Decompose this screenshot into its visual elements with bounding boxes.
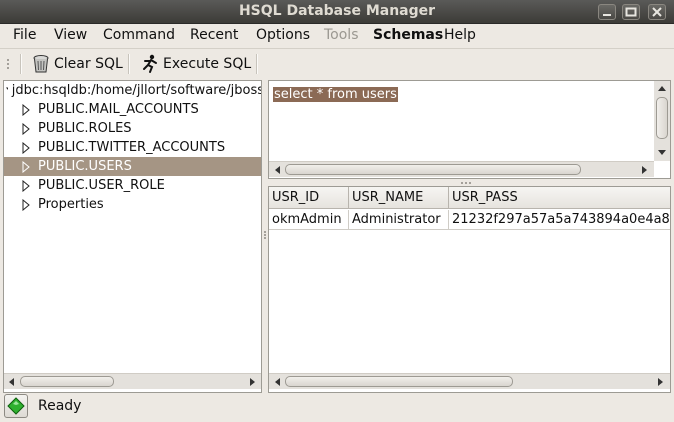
- editor-vertical-scrollbar[interactable]: [654, 81, 670, 161]
- menu-tools[interactable]: Tools: [324, 27, 359, 43]
- menu-recent[interactable]: Recent: [190, 27, 238, 43]
- scroll-left-icon[interactable]: [7, 377, 17, 387]
- scroll-right-icon[interactable]: [639, 165, 649, 175]
- running-man-icon: [143, 54, 157, 73]
- scroll-left-icon[interactable]: [273, 377, 283, 387]
- menu-file[interactable]: File: [13, 27, 36, 43]
- column-header-usr-name[interactable]: USR_NAME: [349, 187, 449, 209]
- menu-command[interactable]: Command: [103, 27, 175, 43]
- scroll-right-icon[interactable]: [655, 377, 665, 387]
- table-cell[interactable]: Administrator: [349, 210, 449, 230]
- tree-root[interactable]: jdbc:hsqldb:/home/jllort/software/jboss: [4, 81, 262, 100]
- menu-view[interactable]: View: [54, 27, 87, 43]
- scroll-right-icon[interactable]: [247, 377, 257, 387]
- toolbar-separator: [256, 54, 258, 74]
- tree-horizontal-scrollbar[interactable]: [4, 373, 261, 389]
- menu-options[interactable]: Options: [256, 27, 310, 43]
- schema-tree[interactable]: jdbc:hsqldb:/home/jllort/software/jboss …: [3, 80, 262, 393]
- sql-query-text[interactable]: select * from users: [273, 87, 398, 102]
- tree-item-users[interactable]: PUBLIC.USERS: [4, 157, 261, 176]
- tree-item-label: PUBLIC.USERS: [38, 159, 132, 174]
- tree-item-twitter-accounts[interactable]: PUBLIC.TWITTER_ACCOUNTS: [4, 138, 261, 157]
- clear-sql-button[interactable]: Clear SQL: [32, 52, 123, 76]
- scrollbar-thumb[interactable]: [285, 376, 513, 387]
- toolbar-separator: [20, 54, 22, 74]
- execute-sql-button[interactable]: Execute SQL: [141, 52, 251, 76]
- table-cell[interactable]: 21232f297a57a5a743894a0e4a80: [449, 210, 670, 230]
- scrollbar-thumb[interactable]: [20, 376, 114, 387]
- tree-item-user-role[interactable]: PUBLIC.USER_ROLE: [4, 176, 261, 195]
- maximize-icon: [625, 7, 637, 17]
- status-light-icon: [7, 397, 25, 415]
- tree-item-label: PUBLIC.ROLES: [38, 121, 132, 136]
- tree-item-mail-accounts[interactable]: PUBLIC.MAIL_ACCOUNTS: [4, 100, 261, 119]
- collapsed-triangle-icon[interactable]: [20, 198, 32, 211]
- toolbar-grip-icon[interactable]: [6, 58, 10, 72]
- window-title: HSQL Database Manager: [238, 3, 436, 19]
- column-header-usr-pass[interactable]: USR_PASS: [449, 187, 670, 209]
- close-icon: [652, 7, 662, 17]
- results-horizontal-scrollbar[interactable]: [269, 373, 670, 389]
- results-grid[interactable]: USR_ID USR_NAME USR_PASS okmAdmin Admini…: [268, 186, 671, 393]
- collapsed-triangle-icon[interactable]: [20, 141, 32, 154]
- sql-editor[interactable]: select * from users: [268, 80, 671, 179]
- tree-item-label: PUBLIC.TWITTER_ACCOUNTS: [38, 140, 226, 155]
- status-indicator-button[interactable]: [4, 394, 28, 418]
- tree-item-label: PUBLIC.MAIL_ACCOUNTS: [38, 102, 199, 117]
- scroll-down-icon[interactable]: [657, 147, 667, 157]
- collapsed-triangle-icon[interactable]: [20, 179, 32, 192]
- title-bar: HSQL Database Manager: [0, 0, 674, 24]
- horizontal-splitter-grip-icon[interactable]: [460, 181, 472, 185]
- collapsed-triangle-icon[interactable]: [20, 122, 32, 135]
- menu-schemas[interactable]: Schemas: [373, 27, 443, 43]
- collapsed-triangle-icon[interactable]: [20, 103, 32, 116]
- vertical-splitter-grip-icon[interactable]: [263, 230, 267, 240]
- tree-root-label: jdbc:hsqldb:/home/jllort/software/jboss: [11, 83, 262, 98]
- scrollbar-thumb[interactable]: [285, 164, 581, 175]
- column-header-usr-id[interactable]: USR_ID: [269, 187, 349, 209]
- status-bar: Ready: [0, 392, 674, 422]
- execute-sql-label: Execute SQL: [163, 56, 252, 72]
- scrollbar-thumb[interactable]: [656, 97, 668, 139]
- trash-icon: [33, 55, 49, 73]
- scroll-up-icon[interactable]: [657, 84, 667, 94]
- scroll-left-icon[interactable]: [273, 165, 283, 175]
- clear-sql-label: Clear SQL: [54, 56, 123, 72]
- editor-horizontal-scrollbar[interactable]: [269, 161, 654, 177]
- menu-help[interactable]: Help: [444, 27, 476, 43]
- close-button[interactable]: [648, 4, 666, 20]
- tree-item-label: Properties: [38, 197, 104, 212]
- minimize-button[interactable]: [598, 4, 616, 20]
- table-cell[interactable]: okmAdmin: [269, 210, 349, 230]
- toolbar-separator: [128, 54, 130, 74]
- expanded-triangle-icon[interactable]: [6, 85, 8, 97]
- maximize-button[interactable]: [622, 4, 640, 20]
- status-text: Ready: [38, 398, 82, 414]
- tree-item-roles[interactable]: PUBLIC.ROLES: [4, 119, 261, 138]
- menu-bar: File View Command Recent Options Tools S…: [0, 24, 674, 49]
- collapsed-triangle-icon[interactable]: [20, 160, 32, 173]
- tree-item-label: PUBLIC.USER_ROLE: [38, 178, 165, 193]
- tree-item-properties[interactable]: Properties: [4, 195, 261, 214]
- minimize-icon: [603, 14, 611, 16]
